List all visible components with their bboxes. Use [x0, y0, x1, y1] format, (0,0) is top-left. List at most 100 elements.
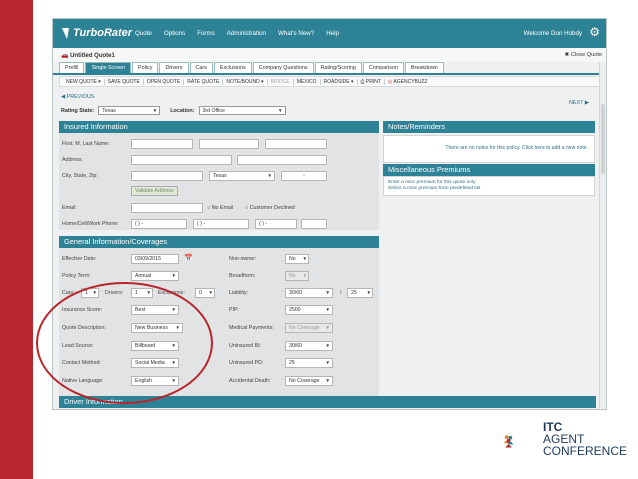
phone-ext-input[interactable]: [301, 219, 327, 229]
uninsured-pd-label: Uninsured PD:: [229, 360, 264, 366]
non-owner-select[interactable]: No ▼: [285, 254, 309, 264]
add-note-link[interactable]: Click here: [522, 145, 545, 151]
state-select[interactable]: Texas ▼: [209, 171, 275, 181]
phone-label: Home/Cell/Work Phone:: [62, 221, 119, 227]
note-bound-button[interactable]: NOTE/BOUND ▾: [223, 78, 268, 85]
previous-link[interactable]: ◀ PREVIOUS: [61, 94, 95, 100]
broadform-label: Broadform:: [229, 273, 256, 279]
close-quote-button[interactable]: ✖ Close Quote: [565, 52, 602, 58]
first-name-input[interactable]: [131, 139, 193, 149]
location-label: Location:: [170, 107, 195, 114]
itc-agent-conference-logo: ITC AGENT CONFERENCE: [543, 420, 628, 458]
gear-icon[interactable]: ⚙: [589, 26, 600, 38]
mexico-button[interactable]: MEXICO: [294, 78, 321, 85]
print-button[interactable]: ⎙ PRINT: [358, 78, 385, 85]
roadside-button[interactable]: ROADSIDE ▾: [321, 78, 358, 85]
location-select[interactable]: 3rd Office ▼: [198, 106, 286, 115]
liability-pd-select[interactable]: 25 ▼: [347, 288, 373, 298]
save-quote-button[interactable]: SAVE QUOTE: [105, 78, 144, 85]
print-icon: ⎙: [360, 78, 365, 85]
address-label: Address:: [62, 157, 83, 163]
misc-premium-list-link[interactable]: Select a misc premium from predefined li…: [388, 186, 590, 192]
nav-forms[interactable]: Forms: [197, 30, 215, 37]
tab-policy[interactable]: Policy: [132, 62, 159, 73]
highlight-oval: [36, 282, 213, 404]
open-quote-button[interactable]: OPEN QUOTE: [144, 78, 185, 85]
tab-exclusions[interactable]: Exclusions: [213, 62, 252, 73]
effective-date-label: Effective Date:: [62, 256, 97, 262]
tab-breakdown[interactable]: Breakdown: [404, 62, 444, 73]
nav-help[interactable]: Help: [326, 30, 339, 37]
last-name-input[interactable]: [265, 139, 327, 149]
work-phone-input[interactable]: ( ) -: [255, 219, 297, 229]
tab-rating-scoring[interactable]: Rating/Scoring: [314, 62, 362, 73]
nav-options[interactable]: Options: [164, 30, 185, 37]
insured-info-panel: First, M, Last Name: Address: City, Stat…: [59, 133, 379, 230]
chevron-down-icon: ▼: [278, 108, 283, 113]
email-input[interactable]: [131, 203, 203, 213]
tab-underline: [53, 73, 606, 75]
tab-comparison[interactable]: Comparison: [362, 62, 404, 73]
chevron-down-icon: ▼: [366, 290, 371, 295]
chevron-down-icon: ▼: [267, 173, 272, 178]
validate-address-button[interactable]: Validate Address: [131, 186, 178, 196]
liability-label: Liability:: [229, 290, 249, 296]
city-input[interactable]: [131, 171, 203, 181]
uninsured-pd-select[interactable]: 25 ▼: [285, 358, 333, 368]
effective-date-input[interactable]: 03/09/2015: [131, 254, 179, 264]
chevron-down-icon: ▼: [325, 290, 330, 295]
broadform-select[interactable]: No ▼: [285, 271, 309, 281]
nav-administration[interactable]: Administration: [227, 30, 266, 37]
calendar-icon[interactable]: 📅: [184, 254, 193, 262]
bridge-button[interactable]: BRIDGE: [268, 78, 294, 85]
nav-quote[interactable]: Quote: [135, 30, 152, 37]
chevron-down-icon: ▼: [325, 343, 330, 348]
liability-select[interactable]: 30/60 ▼: [285, 288, 333, 298]
chevron-down-icon: ▼: [208, 290, 213, 295]
tab-drivers[interactable]: Drivers: [159, 62, 189, 73]
close-icon: ✖: [564, 52, 570, 58]
chevron-right-icon: ▶: [584, 100, 589, 106]
new-quote-button[interactable]: NEW QUOTE ▾: [63, 78, 105, 85]
slide-red-sidebar: [0, 0, 33, 479]
cell-phone-input[interactable]: ( ) -: [193, 219, 249, 229]
chevron-down-icon: ▼: [325, 325, 330, 330]
vertical-scrollbar[interactable]: [599, 62, 606, 409]
address-input[interactable]: [131, 155, 232, 165]
chevron-down-icon: ▼: [152, 108, 158, 113]
turborater-logo[interactable]: TurboRater: [60, 27, 132, 39]
medical-payments-label: Medical Payments:: [229, 325, 274, 331]
accidental-death-select[interactable]: No Coverage ▼: [285, 376, 333, 386]
logo-mark-icon: [60, 27, 69, 39]
rating-state-label: Rating State:: [61, 107, 95, 114]
uninsured-bi-select[interactable]: 30/60 ▼: [285, 341, 333, 351]
customer-declined-radio[interactable]: ○: [245, 205, 248, 211]
middle-name-input[interactable]: [199, 139, 259, 149]
rating-state-select[interactable]: Texas ▼: [98, 106, 161, 115]
zip-input[interactable]: -: [281, 171, 327, 181]
notes-panel: There are no notes for this policy. Clic…: [383, 135, 595, 163]
nav-whats-new[interactable]: What's New?: [278, 30, 314, 37]
policy-term-select[interactable]: Annual ▼: [131, 271, 179, 281]
itc-people-logo-icon: [503, 435, 514, 448]
rating-row: Rating State: Texas ▼ Location: 3rd Offic…: [61, 106, 286, 115]
scrollbar-thumb[interactable]: [601, 104, 605, 174]
chevron-down-icon: ▼: [171, 273, 176, 278]
general-info-header: General Information/Coverages: [59, 236, 379, 248]
rate-quote-button[interactable]: RATE QUOTE: [184, 78, 224, 85]
tab-company-questions[interactable]: Company Questions: [252, 62, 314, 73]
tab-cars[interactable]: Cars: [189, 62, 213, 73]
chevron-left-icon: ◀: [61, 94, 66, 100]
medical-payments-select[interactable]: No Coverage ▼: [285, 323, 333, 333]
tab-prefill[interactable]: Prefill: [59, 62, 85, 73]
agencybuzz-button[interactable]: ◎ AGENCYBUZZ: [385, 79, 431, 85]
next-link[interactable]: NEXT ▶: [569, 100, 589, 106]
address2-input[interactable]: [237, 155, 327, 165]
no-email-radio[interactable]: ○: [207, 205, 210, 211]
pip-select[interactable]: 2500 ▼: [285, 305, 333, 315]
tab-single-screen[interactable]: Single Screen: [85, 62, 132, 73]
exclusions-select[interactable]: 0 ▼: [195, 288, 215, 298]
home-phone-input[interactable]: ( ) -: [131, 219, 187, 229]
accidental-death-label: Accidental Death:: [229, 378, 271, 384]
chevron-down-icon: ▼: [325, 378, 330, 383]
